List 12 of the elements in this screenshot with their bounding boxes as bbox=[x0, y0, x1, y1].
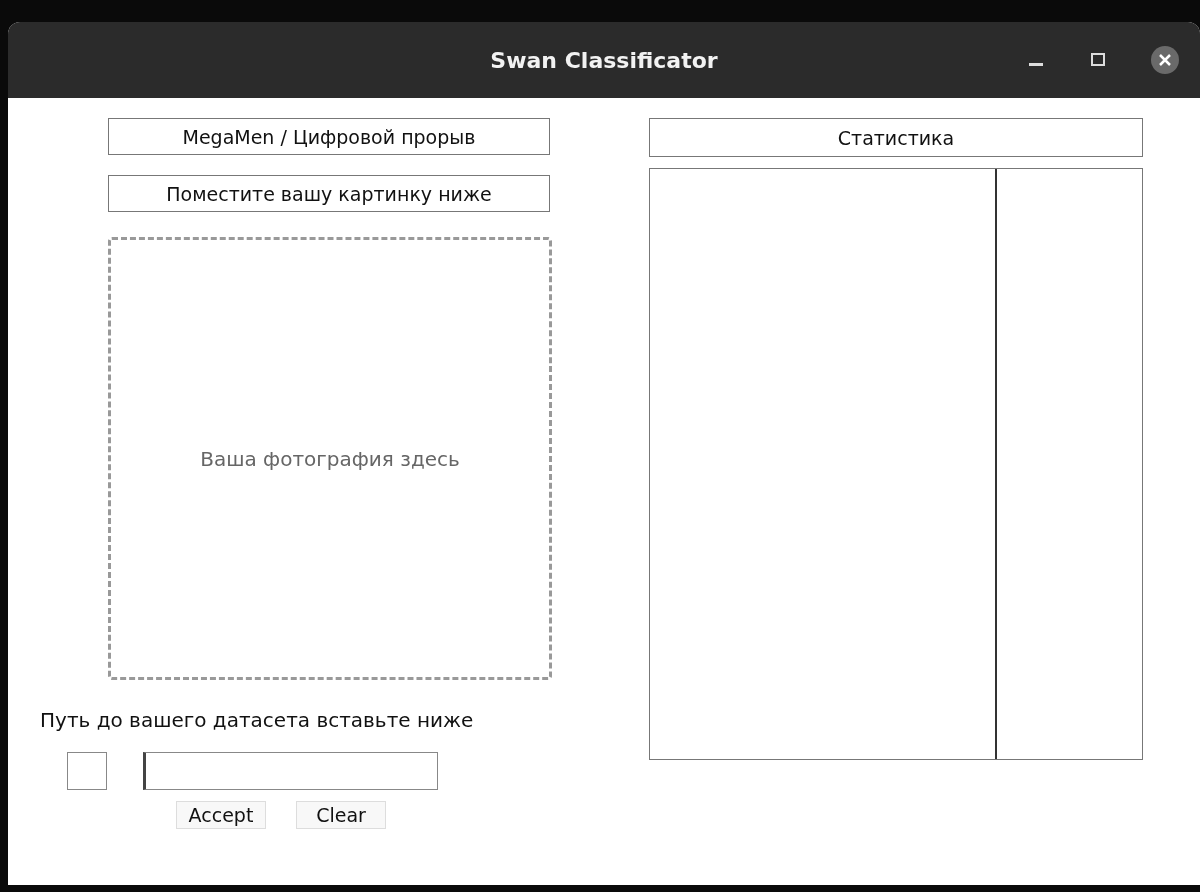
action-button[interactable]: Clear bbox=[296, 801, 386, 829]
close-icon[interactable] bbox=[1150, 45, 1180, 75]
drop-zone-hint: Ваша фотография здесь bbox=[200, 446, 460, 471]
action-button[interactable]: Accept bbox=[176, 801, 266, 829]
image-drop-zone[interactable]: Ваша фотография здесь bbox=[108, 237, 552, 680]
dataset-path-label: Путь до вашего датасета вставьте ниже bbox=[40, 708, 475, 732]
window-title: Swan Classificator bbox=[490, 47, 718, 73]
statistics-title: Статистика bbox=[649, 118, 1143, 157]
team-label: MegaMen / Цифровой прорыв bbox=[108, 118, 550, 155]
checkbox[interactable] bbox=[67, 752, 107, 790]
path-input-field[interactable] bbox=[143, 752, 438, 790]
instruction-label: Поместите вашу картинку ниже bbox=[108, 175, 550, 212]
